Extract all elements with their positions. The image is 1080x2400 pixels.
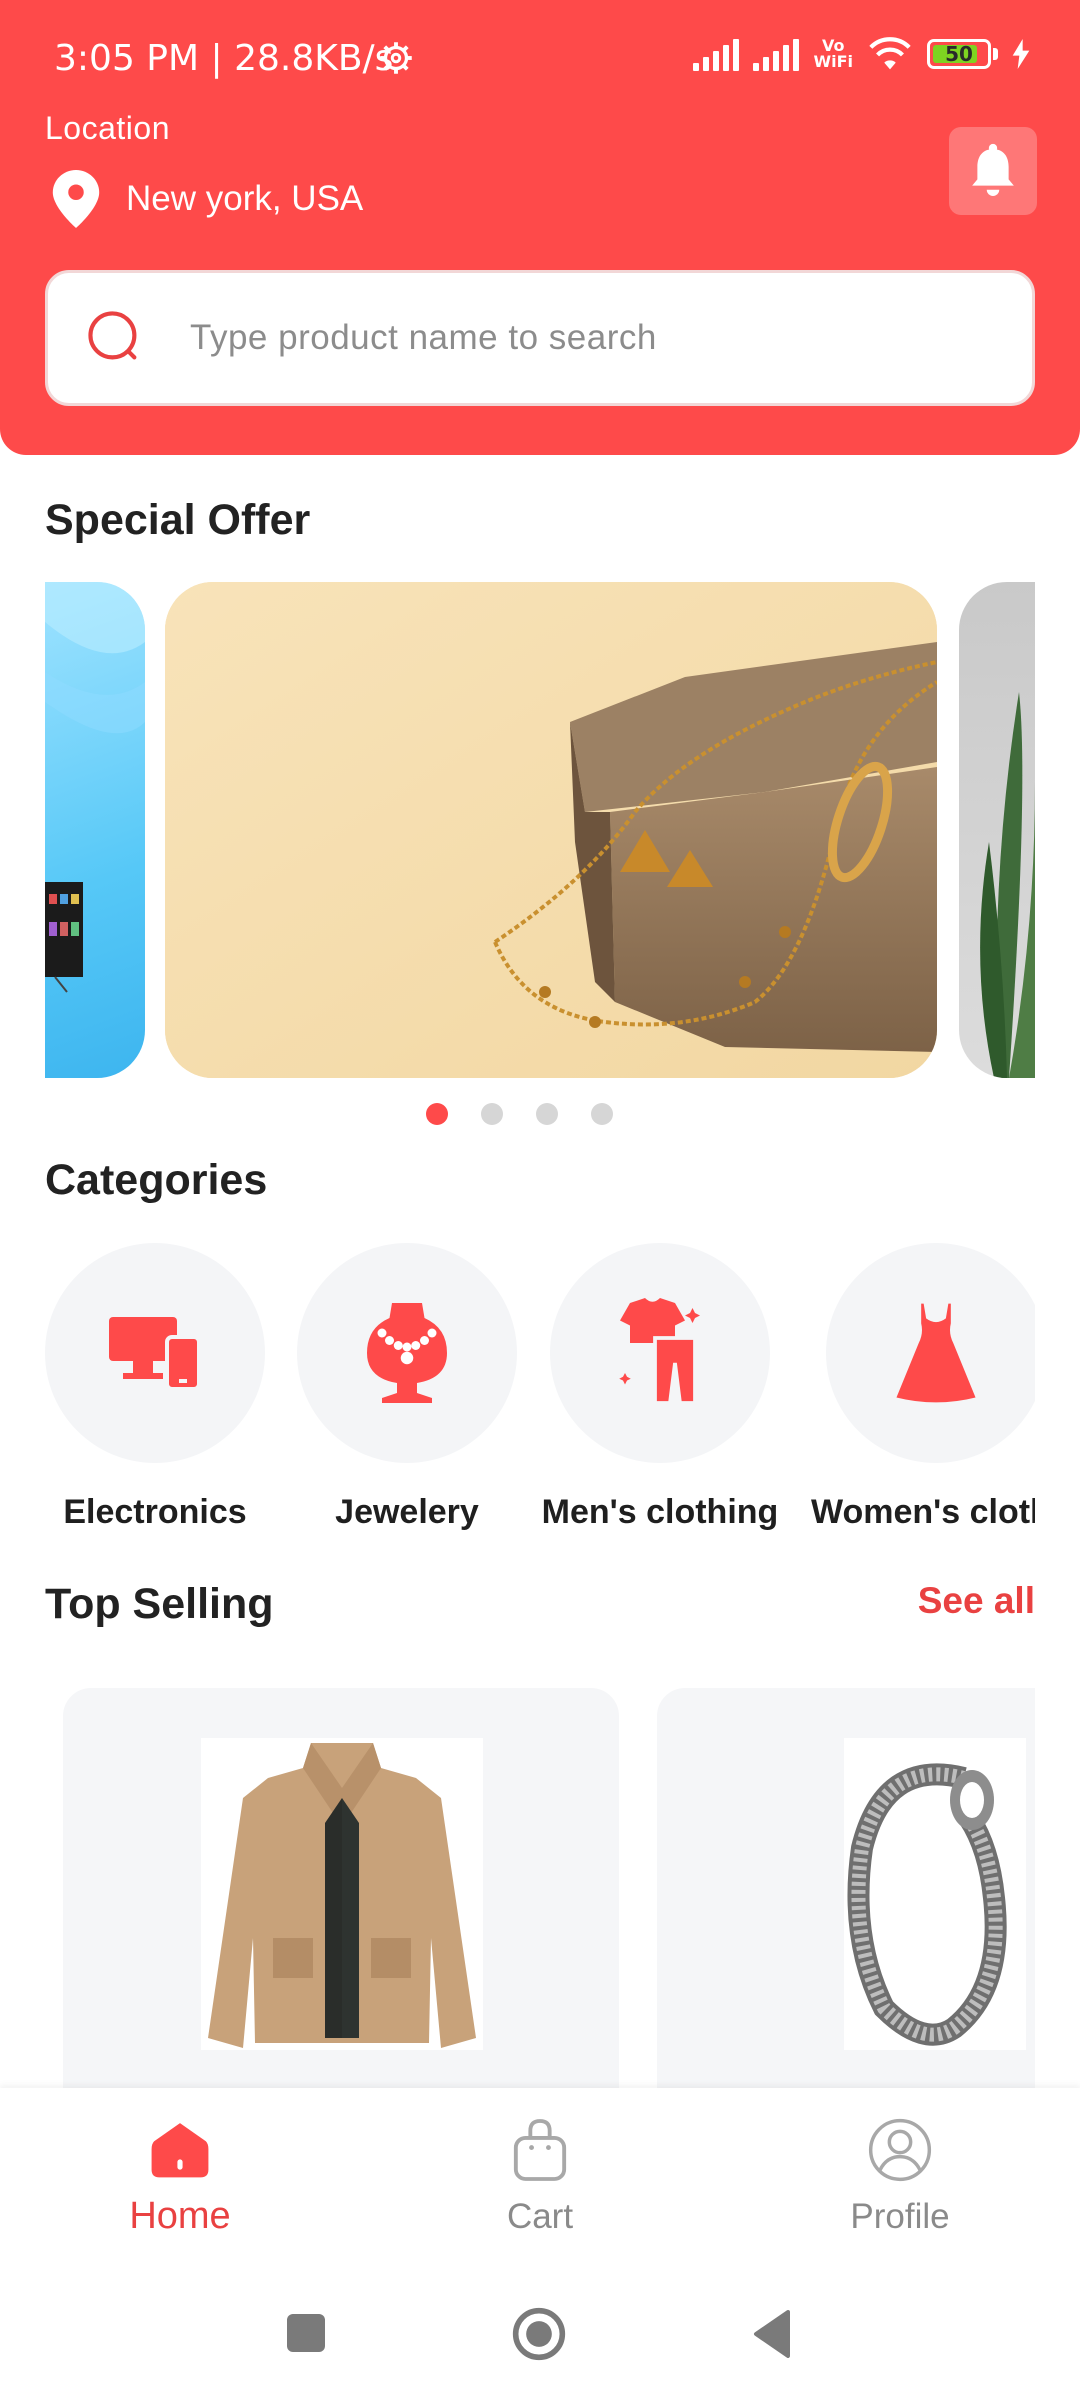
nav-home[interactable]: Home: [80, 2118, 280, 2238]
status-time: 3:05 PM | 28.8KB/s: [54, 38, 394, 79]
category-clip: Women's clothing: [780, 1230, 1035, 1550]
carousel-indicator: [426, 1103, 613, 1125]
gear-icon: [380, 42, 412, 74]
bracelet-image: [847, 1763, 1007, 2046]
devices-icon: [109, 1317, 201, 1391]
system-navigation-bar: [0, 2290, 1080, 2380]
status-bar: 3:05 PM | 28.8KB/s Vo WiFi 50: [0, 0, 1080, 120]
battery-indicator: 50: [927, 39, 998, 69]
plant-banner-image: [980, 692, 1035, 1078]
search-bar[interactable]: [45, 270, 1035, 406]
necklace-icon: [367, 1303, 447, 1403]
category-jewelery[interactable]: Jewelery: [297, 1243, 517, 1531]
offer-banner-plant[interactable]: [959, 582, 1035, 1078]
product-image: [201, 1738, 483, 2050]
battery-icon: 50: [927, 39, 991, 69]
status-icons: Vo WiFi 50: [693, 36, 1030, 72]
home-system-button[interactable]: [511, 2306, 567, 2362]
nav-home-label: Home: [129, 2195, 231, 2237]
mens-clothing-icon: [619, 1298, 700, 1405]
category-electronics[interactable]: Electronics: [45, 1243, 265, 1531]
category-label: Women's clothing: [811, 1493, 1035, 1531]
nav-profile-label: Profile: [850, 2197, 950, 2236]
profile-icon: [868, 2118, 932, 2182]
jacket-image: [208, 1743, 476, 2048]
carousel-dot[interactable]: [591, 1103, 613, 1125]
electronics-banner-image: [45, 582, 145, 993]
home-icon: [151, 2123, 209, 2178]
location-pin-icon: [52, 170, 100, 228]
product-image: [844, 1738, 1026, 2050]
category-circle: [45, 1243, 265, 1463]
dress-icon: [896, 1303, 976, 1403]
signal-icon: [693, 37, 740, 71]
shopping-bag-icon: [513, 2119, 567, 2181]
jewelry-banner-image: [165, 582, 937, 1078]
offer-banner-jewelry[interactable]: [165, 582, 937, 1078]
search-icon: [88, 311, 137, 360]
signal-icon: [753, 37, 800, 71]
category-circle: [297, 1243, 517, 1463]
top-selling-title: Top Selling: [45, 1580, 274, 1628]
recent-apps-button[interactable]: [287, 2314, 325, 2352]
vowifi-icon: Vo WiFi: [813, 38, 853, 70]
category-label: Electronics: [63, 1493, 247, 1531]
notification-button[interactable]: [949, 127, 1037, 215]
product-card[interactable]: [657, 1688, 1035, 2088]
vowifi-bottom: WiFi: [813, 52, 853, 71]
category-label: Jewelery: [335, 1493, 479, 1531]
categories-title: Categories: [45, 1156, 268, 1204]
bell-icon: [972, 143, 1014, 196]
category-circle: [826, 1243, 1035, 1463]
search-input[interactable]: [190, 318, 990, 358]
special-offer-title: Special Offer: [45, 496, 311, 544]
carousel-dot[interactable]: [481, 1103, 503, 1125]
category-mens-clothing[interactable]: Men's clothing: [542, 1243, 778, 1531]
category-label: Men's clothing: [541, 1493, 779, 1531]
product-card[interactable]: [63, 1688, 619, 2088]
header: 3:05 PM | 28.8KB/s Vo WiFi 50 Location N…: [0, 0, 1080, 455]
nav-cart[interactable]: Cart: [440, 2118, 640, 2237]
carousel-dot[interactable]: [536, 1103, 558, 1125]
carousel-dot[interactable]: [426, 1103, 448, 1125]
offer-banner-electronics[interactable]: [45, 582, 145, 1078]
nav-profile[interactable]: Profile: [800, 2118, 1000, 2237]
location-selector[interactable]: New york, USA: [52, 170, 363, 228]
back-button[interactable]: [752, 2310, 792, 2358]
see-all-link[interactable]: See all: [918, 1580, 1035, 1622]
wifi-icon: [869, 37, 911, 70]
category-womens-clothing[interactable]: Women's clothing: [811, 1243, 1035, 1531]
category-circle: [550, 1243, 770, 1463]
location-label: Location: [45, 110, 170, 146]
location-value: New york, USA: [126, 179, 364, 218]
battery-level: 50: [945, 42, 973, 66]
charging-icon: [1012, 39, 1030, 69]
nav-cart-label: Cart: [506, 2197, 574, 2236]
